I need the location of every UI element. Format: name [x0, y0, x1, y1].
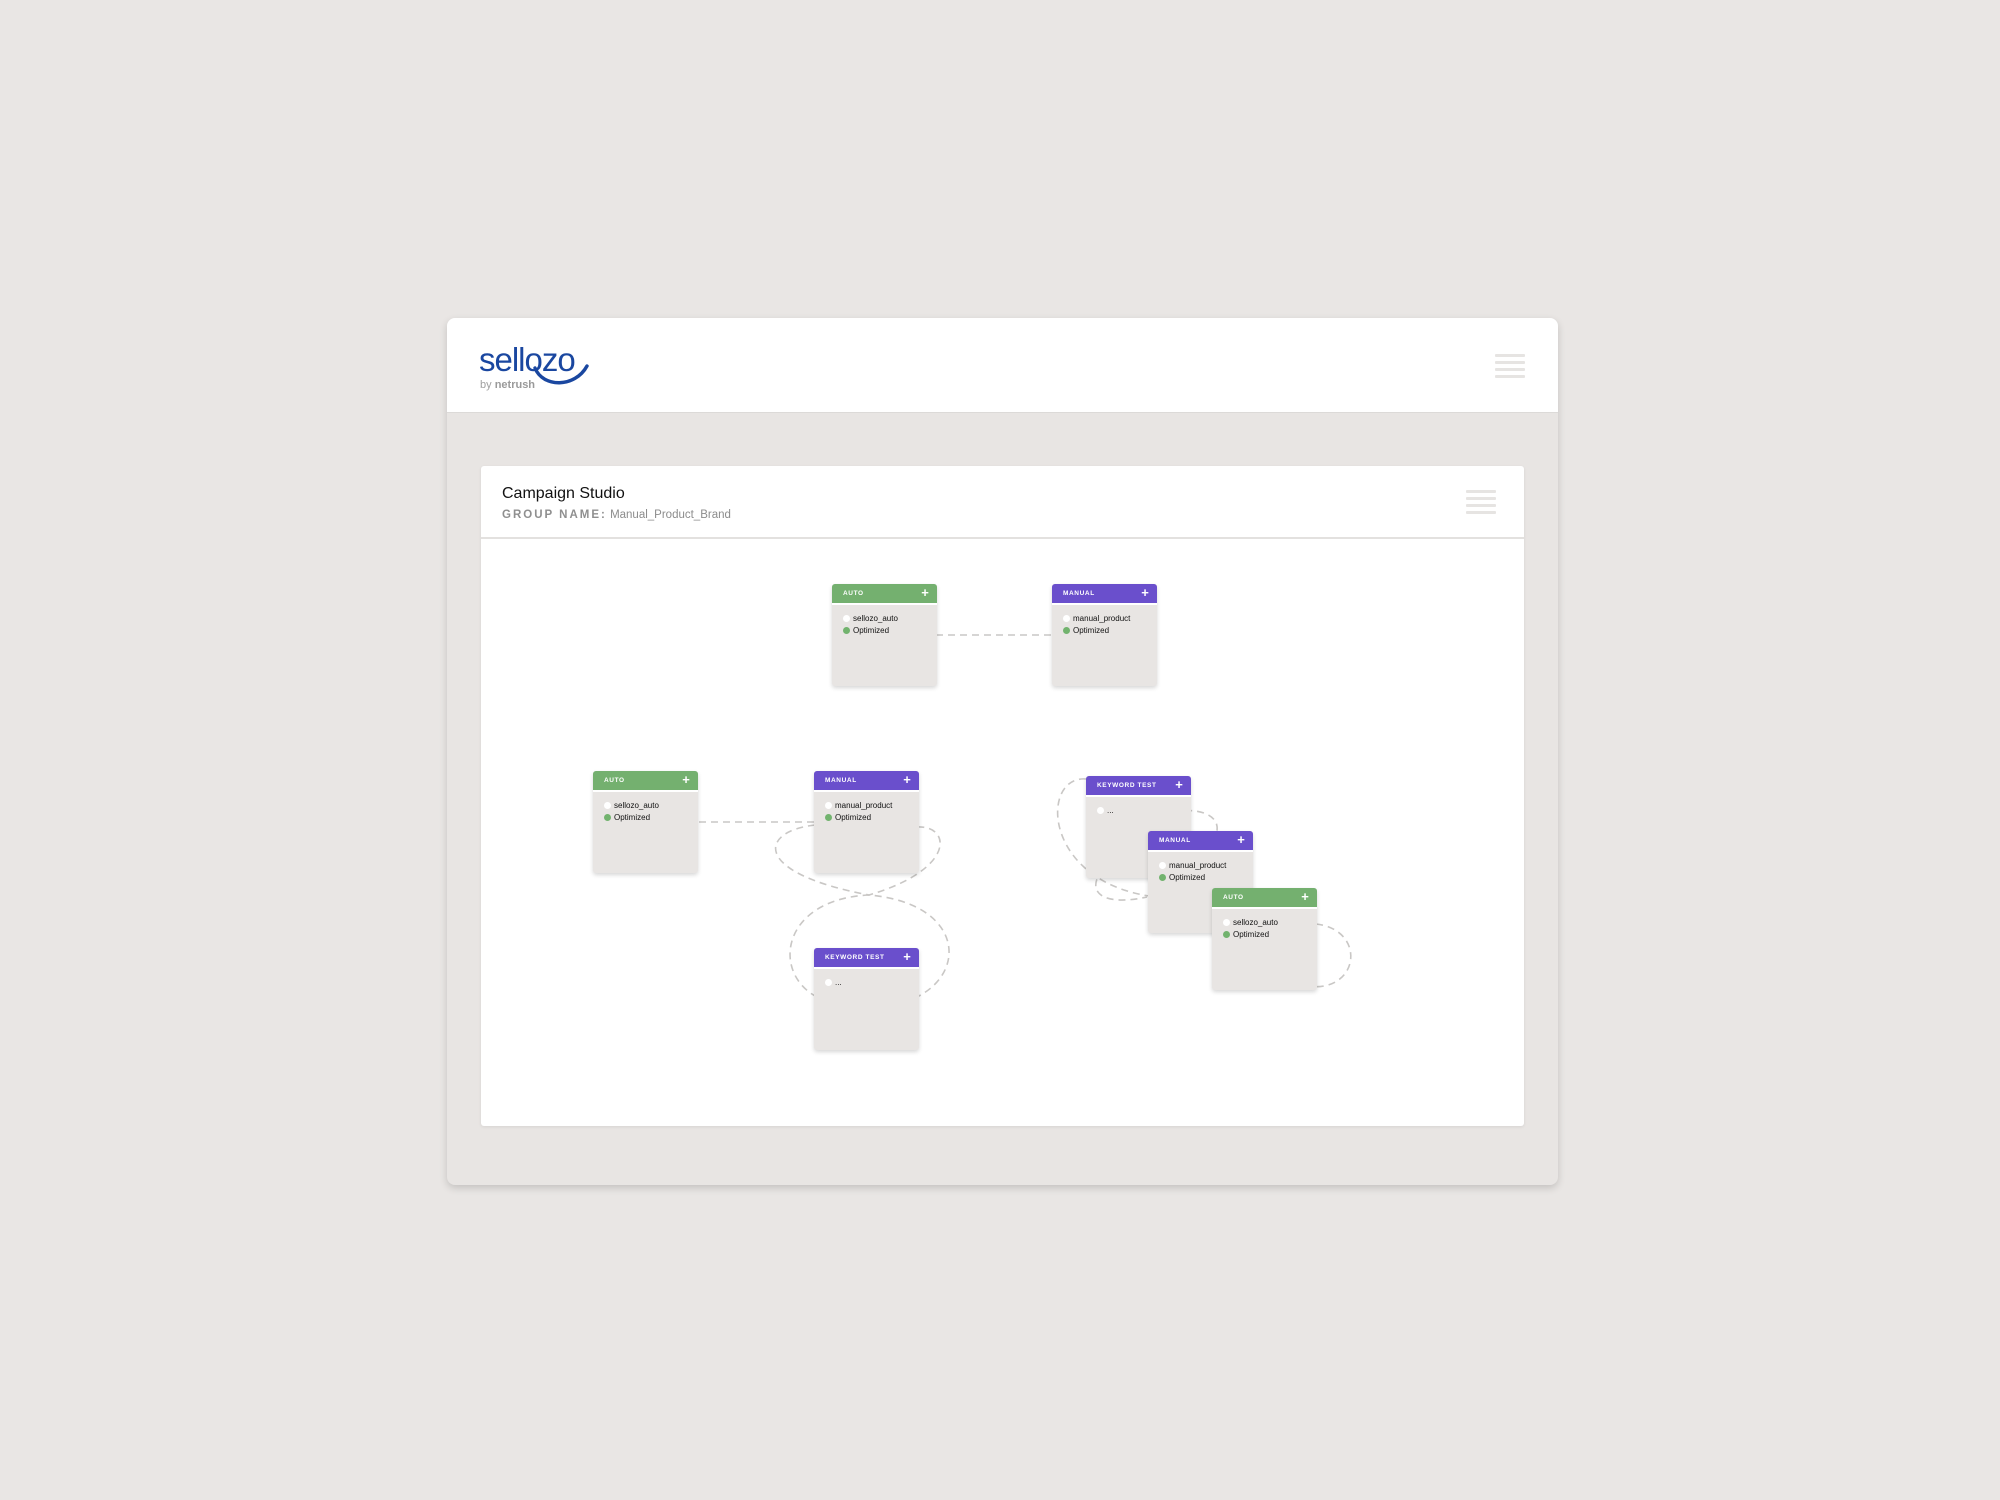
node-type-label: KEYWORD TEST: [825, 954, 885, 961]
status-dot: [1097, 807, 1104, 814]
node-type-label: MANUAL: [825, 777, 857, 784]
node-header: KEYWORD TEST +: [1086, 776, 1191, 797]
add-icon[interactable]: +: [1299, 890, 1311, 904]
node-type-label: MANUAL: [1063, 590, 1095, 597]
node-type-label: MANUAL: [1159, 837, 1191, 844]
node-auto-3[interactable]: AUTO + sellozo_auto Optimized: [1212, 888, 1317, 990]
logo-byline: by netrush: [480, 379, 536, 391]
node-auto-1[interactable]: AUTO + sellozo_auto Optimized: [832, 584, 937, 686]
main-menu-icon[interactable]: [1495, 354, 1525, 378]
node-header: AUTO +: [1212, 888, 1317, 909]
node-type-label: AUTO: [1223, 894, 1244, 901]
node-keyword-test-1[interactable]: KEYWORD TEST + ...: [814, 948, 919, 1050]
status-dot: [604, 814, 611, 821]
group-name-value: Manual_Product_Brand: [610, 509, 731, 521]
status-dot: [1159, 874, 1166, 881]
node-header: MANUAL +: [1148, 831, 1253, 852]
status-dot: [825, 802, 832, 809]
status-dot: [825, 979, 832, 986]
node-auto-2[interactable]: AUTO + sellozo_auto Optimized: [593, 771, 698, 873]
status-dot: [843, 627, 850, 634]
node-header: KEYWORD TEST +: [814, 948, 919, 969]
node-manual-2[interactable]: MANUAL + manual_product Optimized: [814, 771, 919, 873]
add-icon[interactable]: +: [901, 773, 913, 787]
group-name-line: GROUP NAME: Manual_Product_Brand: [502, 508, 731, 522]
add-icon[interactable]: +: [919, 586, 931, 600]
status-dot: [1063, 615, 1070, 622]
sellozo-logo[interactable]: sellozo by netrush: [479, 340, 589, 392]
status-dot: [843, 615, 850, 622]
status-dot: [825, 814, 832, 821]
node-type-label: AUTO: [843, 590, 864, 597]
group-name-label: GROUP NAME:: [502, 509, 607, 521]
top-bar: sellozo by netrush: [447, 318, 1558, 413]
logo-smile-icon: [533, 364, 589, 385]
add-icon[interactable]: +: [1173, 778, 1185, 792]
node-type-label: AUTO: [604, 777, 625, 784]
panel-title: Campaign Studio: [502, 485, 625, 502]
campaign-studio-panel: Campaign Studio GROUP NAME: Manual_Produ…: [481, 466, 1524, 1126]
add-icon[interactable]: +: [901, 950, 913, 964]
node-header: AUTO +: [593, 771, 698, 792]
add-icon[interactable]: +: [1235, 833, 1247, 847]
campaign-canvas[interactable]: AUTO + sellozo_auto Optimized MANUAL + m…: [481, 539, 1524, 1126]
panel-menu-icon[interactable]: [1466, 490, 1496, 514]
app-window: sellozo by netrush Campaign Studio GROUP…: [447, 318, 1558, 1185]
status-dot: [1223, 919, 1230, 926]
node-header: MANUAL +: [1052, 584, 1157, 605]
add-icon[interactable]: +: [1139, 586, 1151, 600]
status-dot: [1223, 931, 1230, 938]
status-dot: [1159, 862, 1166, 869]
node-type-label: KEYWORD TEST: [1097, 782, 1157, 789]
node-header: AUTO +: [832, 584, 937, 605]
add-icon[interactable]: +: [680, 773, 692, 787]
node-manual-1[interactable]: MANUAL + manual_product Optimized: [1052, 584, 1157, 686]
status-dot: [604, 802, 611, 809]
panel-header: Campaign Studio GROUP NAME: Manual_Produ…: [481, 466, 1524, 539]
status-dot: [1063, 627, 1070, 634]
node-header: MANUAL +: [814, 771, 919, 792]
